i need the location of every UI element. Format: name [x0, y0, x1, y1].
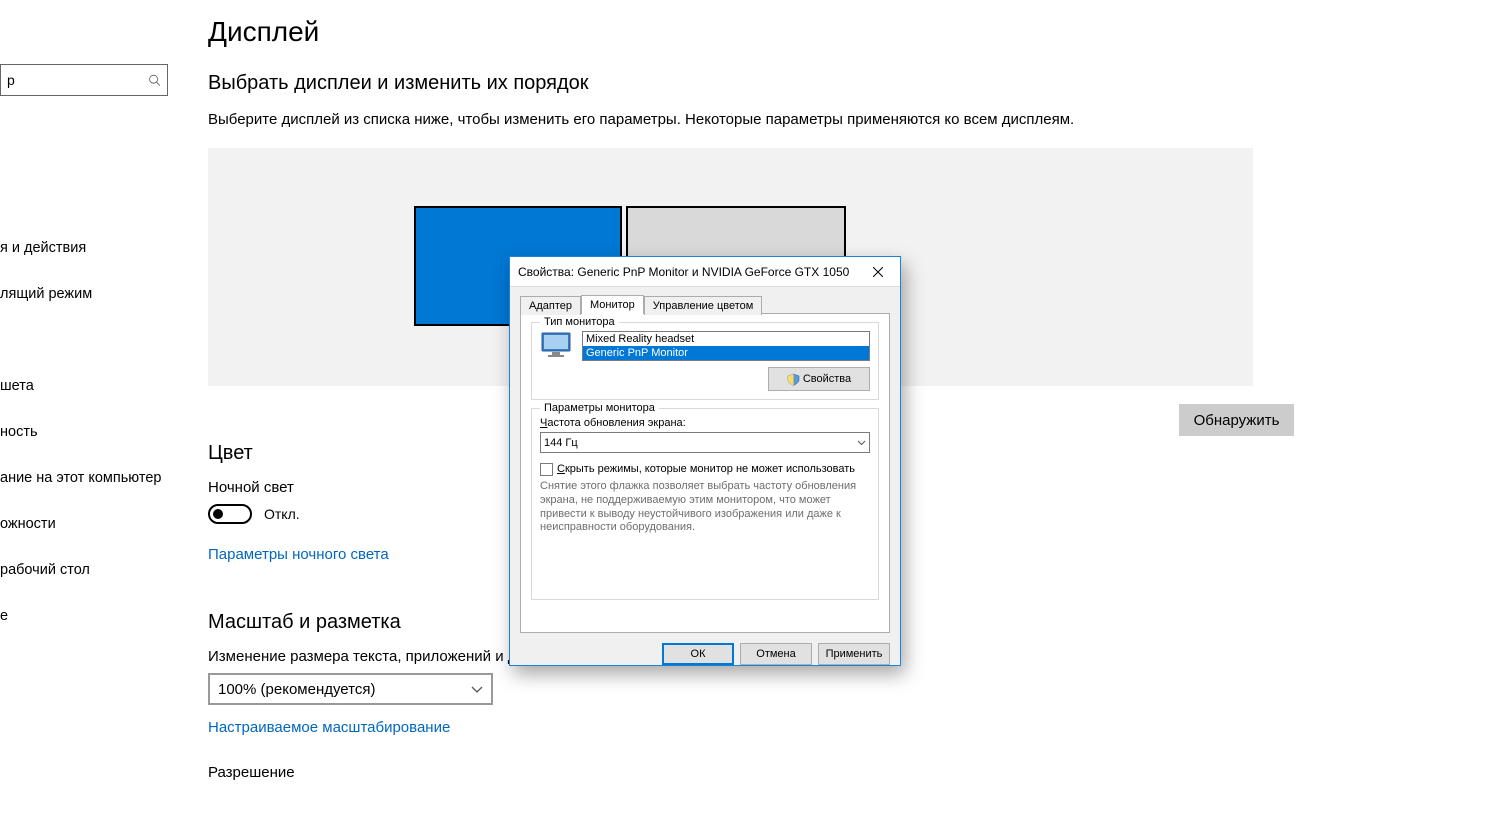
- refresh-rate-label: ЧЧастота обновления экрана:астота обновл…: [540, 417, 870, 429]
- page-title: Дисплей: [208, 16, 1467, 48]
- sidebar-item[interactable]: ность: [0, 409, 190, 455]
- detect-button[interactable]: Обнаружить: [1179, 404, 1294, 436]
- monitor-settings-legend: Параметры монитора: [540, 402, 659, 414]
- dialog-button-row: ОК Отмена Применить: [510, 643, 900, 675]
- monitor-properties-dialog: Свойства: Generic PnP Monitor и NVIDIA G…: [509, 256, 901, 666]
- dialog-title: Свойства: Generic PnP Monitor и NVIDIA G…: [518, 265, 849, 279]
- hide-modes-hint: Снятие этого флажка позволяет выбрать ча…: [540, 480, 870, 535]
- hide-modes-row: Скрыть режимы, которые монитор не может …: [540, 463, 870, 476]
- monitor-list-item-selected[interactable]: Generic PnP Monitor: [583, 346, 869, 360]
- night-light-settings-link[interactable]: Параметры ночного света: [208, 546, 389, 563]
- toggle-state-label: Откл.: [264, 506, 300, 522]
- sidebar-item-label: е: [0, 608, 8, 624]
- sidebar-item-label: шета: [0, 378, 34, 394]
- refresh-rate-select[interactable]: 144 Гц: [540, 432, 870, 453]
- select-displays-heading: Выбрать дисплеи и изменить их порядок: [208, 72, 1467, 95]
- search-icon: [148, 73, 161, 87]
- tab-color-management[interactable]: Управление цветом: [644, 296, 763, 315]
- night-light-toggle[interactable]: [208, 504, 252, 524]
- properties-button[interactable]: Свойства: [768, 367, 870, 391]
- chevron-down-icon: [857, 438, 866, 447]
- sidebar-nav: я и действия лящий режим шета ность ание…: [0, 225, 190, 639]
- shield-icon: [787, 373, 800, 386]
- refresh-rate-value: 144 Гц: [544, 437, 578, 449]
- custom-scaling-link[interactable]: Настраиваемое масштабирование: [208, 719, 450, 736]
- sidebar-item[interactable]: ожности: [0, 501, 190, 547]
- sidebar-item-label: ность: [0, 424, 38, 440]
- sidebar-item-label: я и действия: [0, 240, 86, 256]
- ok-button[interactable]: ОК: [662, 643, 734, 665]
- dialog-tabs: Адаптер Монитор Управление цветом: [510, 287, 900, 313]
- properties-button-label: Свойства: [803, 373, 851, 385]
- apply-button[interactable]: Применить: [818, 643, 890, 665]
- sidebar-item[interactable]: е: [0, 593, 190, 639]
- sidebar-item-label: лящий режим: [0, 286, 92, 302]
- resolution-label: Разрешение: [208, 764, 1467, 781]
- scale-dropdown-value: 100% (рекомендуется): [218, 681, 375, 698]
- hide-modes-checkbox[interactable]: [540, 463, 553, 476]
- sidebar-item[interactable]: лящий режим: [0, 271, 190, 317]
- monitor-type-fieldset: Тип монитора Mixed Reality headset Gener…: [531, 322, 879, 400]
- monitor-icon: [540, 331, 576, 361]
- monitor-settings-fieldset: Параметры монитора ЧЧастота обновления э…: [531, 408, 879, 600]
- hide-modes-label: Скрыть режимы, которые монитор не может …: [557, 463, 855, 475]
- monitor-type-legend: Тип монитора: [540, 316, 619, 328]
- search-input[interactable]: [7, 72, 148, 88]
- tab-adapter[interactable]: Адаптер: [520, 296, 581, 315]
- sidebar-item-label: ание на этот компьютер: [0, 470, 161, 486]
- monitor-list-item[interactable]: Mixed Reality headset: [583, 332, 869, 346]
- sidebar-item[interactable]: шета: [0, 363, 190, 409]
- dialog-body: Тип монитора Mixed Reality headset Gener…: [520, 313, 890, 633]
- select-displays-description: Выберите дисплей из списка ниже, чтобы и…: [208, 111, 1467, 128]
- sidebar-item[interactable]: рабочий стол: [0, 547, 190, 593]
- dialog-titlebar[interactable]: Свойства: Generic PnP Monitor и NVIDIA G…: [510, 257, 900, 287]
- close-button[interactable]: [855, 257, 900, 287]
- sidebar-item-label: рабочий стол: [0, 562, 90, 578]
- chevron-down-icon: [471, 683, 483, 695]
- sidebar-item[interactable]: я и действия: [0, 225, 190, 271]
- sidebar-item[interactable]: ание на этот компьютер: [0, 455, 190, 501]
- scale-dropdown[interactable]: 100% (рекомендуется): [208, 673, 493, 705]
- search-input-container[interactable]: [0, 64, 168, 96]
- sidebar-item-label: ожности: [0, 516, 56, 532]
- monitor-list[interactable]: Mixed Reality headset Generic PnP Monito…: [582, 331, 870, 361]
- toggle-knob: [213, 509, 223, 519]
- settings-sidebar: я и действия лящий режим шета ность ание…: [0, 0, 190, 837]
- cancel-button[interactable]: Отмена: [740, 643, 812, 665]
- close-icon: [873, 267, 883, 277]
- tab-monitor[interactable]: Монитор: [581, 295, 644, 314]
